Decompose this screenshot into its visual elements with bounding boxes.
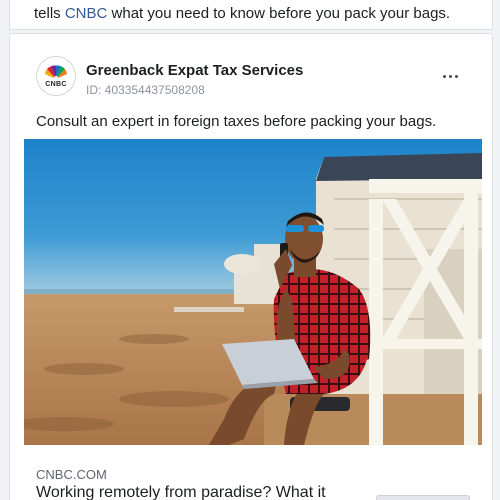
- cnbc-link[interactable]: CNBC: [65, 5, 108, 22]
- cnbc-peacock-icon: [45, 64, 67, 80]
- advertiser-avatar[interactable]: CNBC: [36, 56, 76, 96]
- previous-post-snippet: tells CNBC what you need to know before …: [9, 0, 493, 30]
- link-headline[interactable]: Working remotely from paradise? What it: [36, 484, 326, 500]
- avatar-label: CNBC: [45, 80, 67, 88]
- ad-body-text: Consult an expert in foreign taxes befor…: [36, 113, 437, 130]
- ad-id: ID: 403354437508208: [86, 83, 205, 97]
- man-on-beach-with-laptop-photo: [24, 139, 482, 445]
- advertiser-name[interactable]: Greenback Expat Tax Services: [86, 62, 303, 79]
- sponsored-post-card: CNBC Greenback Expat Tax Services ID: 40…: [9, 33, 493, 500]
- more-options-icon[interactable]: [438, 66, 462, 86]
- previous-post-text: tells CNBC what you need to know before …: [34, 5, 451, 22]
- ad-image[interactable]: [24, 139, 482, 445]
- cta-button[interactable]: [376, 495, 470, 500]
- link-domain: CNBC.COM: [36, 467, 107, 482]
